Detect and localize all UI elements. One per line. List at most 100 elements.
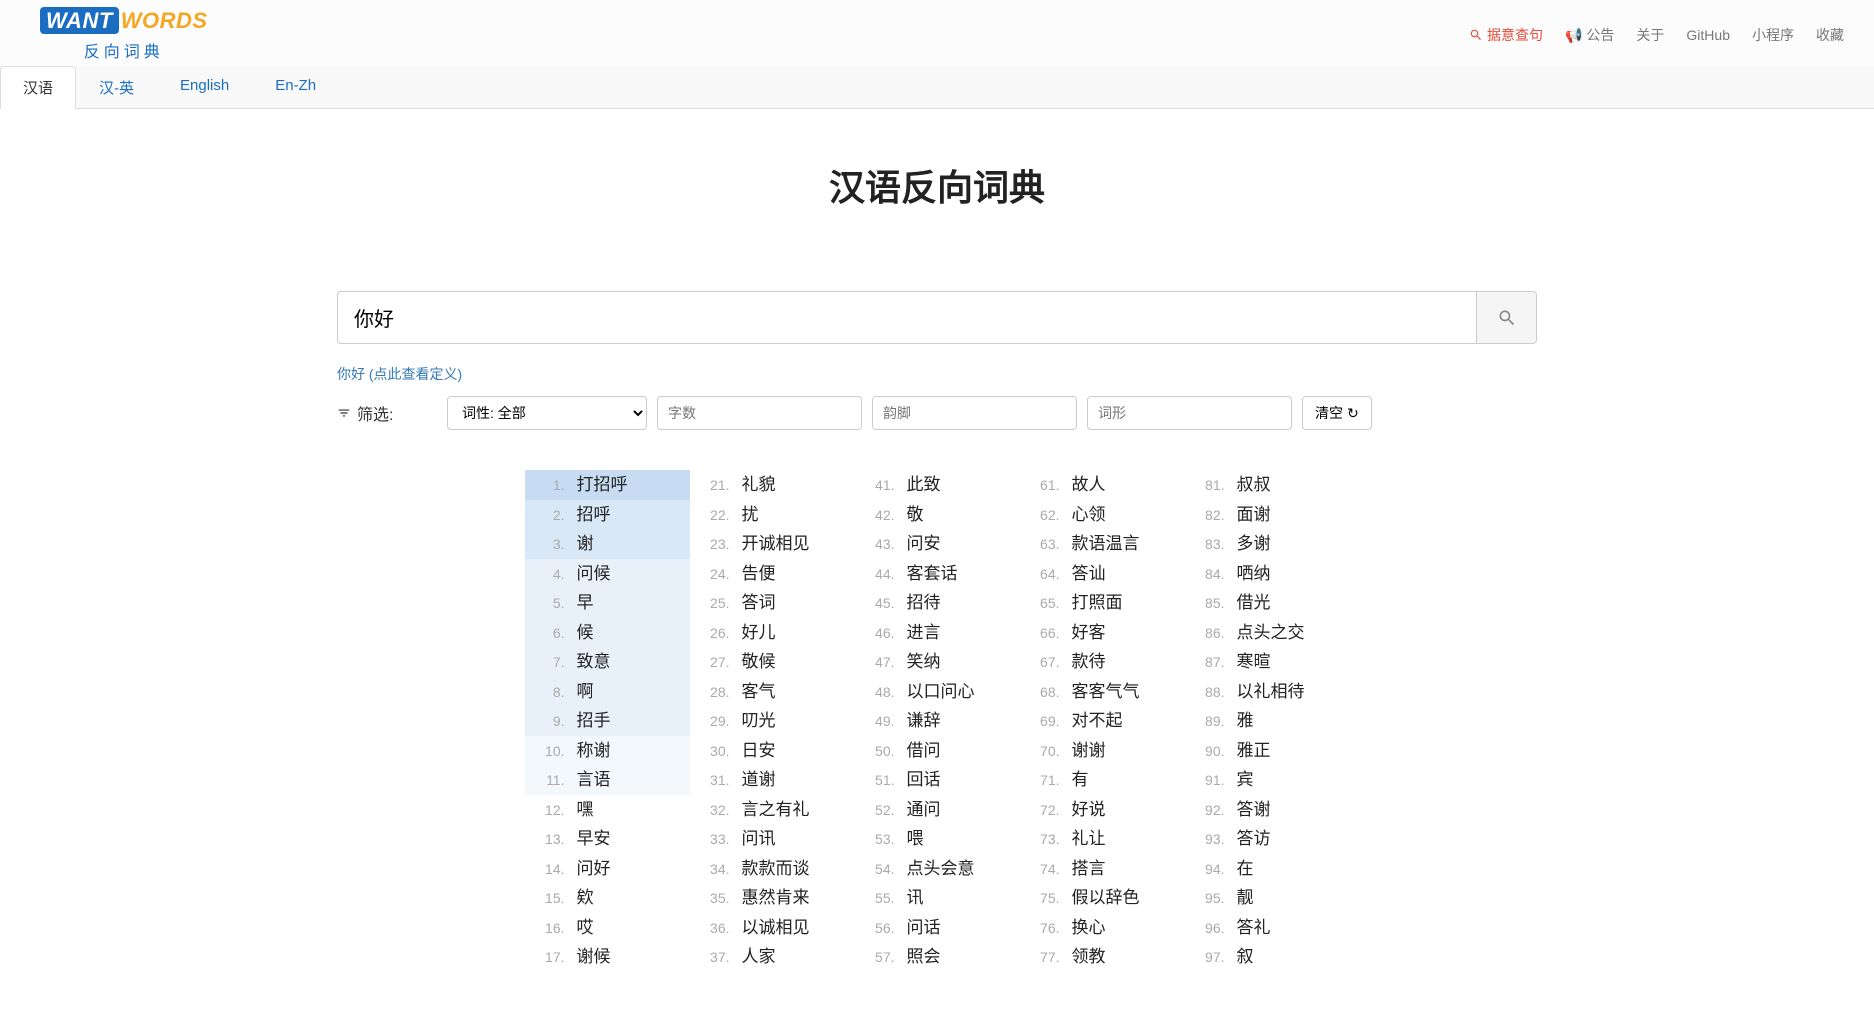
tab-zh[interactable]: 汉语 (0, 66, 76, 109)
result-item[interactable]: 66.好客 (1020, 618, 1185, 648)
logo[interactable]: WANTWORDS 反向词典 (40, 8, 208, 62)
result-item[interactable]: 75.假以辞色 (1020, 883, 1185, 913)
result-item[interactable]: 74.搭言 (1020, 854, 1185, 884)
result-item[interactable]: 85.借光 (1185, 588, 1350, 618)
result-item[interactable]: 93.答访 (1185, 824, 1350, 854)
result-item[interactable]: 5.早 (525, 588, 690, 618)
result-item[interactable]: 53.喂 (855, 824, 1020, 854)
result-item[interactable]: 6.候 (525, 618, 690, 648)
result-item[interactable]: 34.款款而谈 (690, 854, 855, 884)
result-item[interactable]: 83.多谢 (1185, 529, 1350, 559)
result-item[interactable]: 57.照会 (855, 942, 1020, 972)
result-item[interactable]: 13.早安 (525, 824, 690, 854)
result-item[interactable]: 82.面谢 (1185, 500, 1350, 530)
result-item[interactable]: 73.礼让 (1020, 824, 1185, 854)
result-item[interactable]: 49.谦辞 (855, 706, 1020, 736)
result-item[interactable]: 44.客套话 (855, 559, 1020, 589)
result-item[interactable]: 96.答礼 (1185, 913, 1350, 943)
result-item[interactable]: 51.回话 (855, 765, 1020, 795)
result-item[interactable]: 24.告便 (690, 559, 855, 589)
clear-button[interactable]: 清空 ↻ (1302, 396, 1372, 430)
result-item[interactable]: 46.进言 (855, 618, 1020, 648)
result-item[interactable]: 36.以诚相见 (690, 913, 855, 943)
result-item[interactable]: 29.叨光 (690, 706, 855, 736)
result-item[interactable]: 27.敬候 (690, 647, 855, 677)
result-item[interactable]: 77.领教 (1020, 942, 1185, 972)
result-item[interactable]: 14.问好 (525, 854, 690, 884)
result-item[interactable]: 42.敬 (855, 500, 1020, 530)
result-item[interactable]: 22.扰 (690, 500, 855, 530)
result-item[interactable]: 64.答讪 (1020, 559, 1185, 589)
result-item[interactable]: 31.道谢 (690, 765, 855, 795)
result-item[interactable]: 65.打照面 (1020, 588, 1185, 618)
result-item[interactable]: 12.嘿 (525, 795, 690, 825)
nav-fav[interactable]: 收藏 (1816, 25, 1844, 45)
pos-select[interactable]: 词性: 全部 (447, 396, 647, 430)
result-item[interactable]: 88.以礼相待 (1185, 677, 1350, 707)
result-item[interactable]: 16.哎 (525, 913, 690, 943)
result-item[interactable]: 41.此致 (855, 470, 1020, 500)
yunjiao-input[interactable] (872, 396, 1077, 430)
result-item[interactable]: 2.招呼 (525, 500, 690, 530)
definition-link[interactable]: 你好 (点此查看定义) (337, 366, 462, 382)
search-input[interactable] (337, 291, 1477, 344)
result-item[interactable]: 91.宾 (1185, 765, 1350, 795)
result-item[interactable]: 37.人家 (690, 942, 855, 972)
result-item[interactable]: 21.礼貌 (690, 470, 855, 500)
result-item[interactable]: 55.讯 (855, 883, 1020, 913)
result-item[interactable]: 90.雅正 (1185, 736, 1350, 766)
tab-zh-en[interactable]: 汉-英 (76, 66, 157, 108)
result-item[interactable]: 84.哂纳 (1185, 559, 1350, 589)
result-item[interactable]: 35.惠然肯来 (690, 883, 855, 913)
result-item[interactable]: 9.招手 (525, 706, 690, 736)
result-item[interactable]: 94.在 (1185, 854, 1350, 884)
result-item[interactable]: 62.心领 (1020, 500, 1185, 530)
result-item[interactable]: 54.点头会意 (855, 854, 1020, 884)
result-item[interactable]: 26.好儿 (690, 618, 855, 648)
tab-en-zh[interactable]: En-Zh (252, 66, 339, 108)
result-item[interactable]: 69.对不起 (1020, 706, 1185, 736)
tab-en[interactable]: English (157, 66, 252, 108)
result-item[interactable]: 33.问讯 (690, 824, 855, 854)
nav-juyi[interactable]: 据意查句 (1469, 25, 1543, 45)
result-item[interactable]: 7.致意 (525, 647, 690, 677)
result-item[interactable]: 89.雅 (1185, 706, 1350, 736)
result-item[interactable]: 67.款待 (1020, 647, 1185, 677)
result-item[interactable]: 56.问话 (855, 913, 1020, 943)
nav-mini[interactable]: 小程序 (1752, 25, 1794, 45)
result-item[interactable]: 25.答词 (690, 588, 855, 618)
search-button[interactable] (1477, 291, 1537, 344)
result-item[interactable]: 70.谢谢 (1020, 736, 1185, 766)
result-item[interactable]: 47.笑纳 (855, 647, 1020, 677)
result-item[interactable]: 32.言之有礼 (690, 795, 855, 825)
result-item[interactable]: 15.欸 (525, 883, 690, 913)
result-item[interactable]: 17.谢候 (525, 942, 690, 972)
result-item[interactable]: 48.以口问心 (855, 677, 1020, 707)
cixing-input[interactable] (1087, 396, 1292, 430)
result-item[interactable]: 81.叔叔 (1185, 470, 1350, 500)
result-item[interactable]: 95.靓 (1185, 883, 1350, 913)
nav-github[interactable]: GitHub (1686, 27, 1730, 43)
result-item[interactable]: 68.客客气气 (1020, 677, 1185, 707)
result-item[interactable]: 97.叙 (1185, 942, 1350, 972)
result-item[interactable]: 63.款语温言 (1020, 529, 1185, 559)
result-item[interactable]: 23.开诚相见 (690, 529, 855, 559)
nav-about[interactable]: 关于 (1636, 25, 1664, 45)
result-item[interactable]: 92.答谢 (1185, 795, 1350, 825)
result-item[interactable]: 72.好说 (1020, 795, 1185, 825)
result-item[interactable]: 76.换心 (1020, 913, 1185, 943)
result-item[interactable]: 28.客气 (690, 677, 855, 707)
result-item[interactable]: 87.寒暄 (1185, 647, 1350, 677)
result-item[interactable]: 52.通问 (855, 795, 1020, 825)
result-item[interactable]: 3.谢 (525, 529, 690, 559)
result-item[interactable]: 45.招待 (855, 588, 1020, 618)
result-item[interactable]: 86.点头之交 (1185, 618, 1350, 648)
result-item[interactable]: 61.故人 (1020, 470, 1185, 500)
result-item[interactable]: 8.啊 (525, 677, 690, 707)
result-item[interactable]: 30.日安 (690, 736, 855, 766)
result-item[interactable]: 50.借问 (855, 736, 1020, 766)
result-item[interactable]: 43.问安 (855, 529, 1020, 559)
zishu-input[interactable] (657, 396, 862, 430)
result-item[interactable]: 1.打招呼 (525, 470, 690, 500)
nav-gonggao[interactable]: 📢公告 (1565, 25, 1614, 45)
